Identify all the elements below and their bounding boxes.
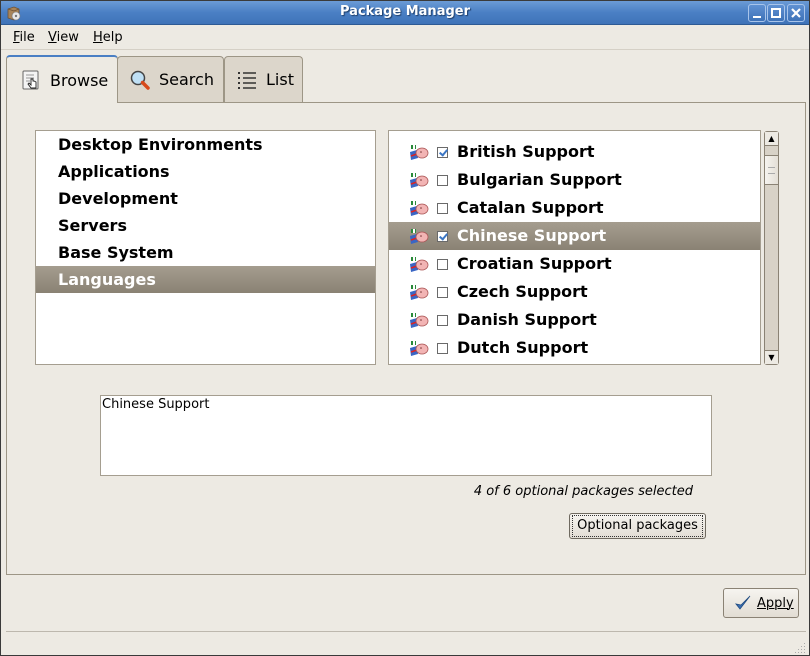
menu-file-rest: ile [19, 30, 35, 45]
scroll-thumb[interactable] [765, 155, 778, 185]
optional-packages-status: 4 of 6 optional packages selected [473, 484, 693, 499]
package-row[interactable]: Danish Support [389, 306, 760, 334]
language-package-icon [409, 227, 429, 245]
titlebar[interactable]: Package Manager [1, 1, 809, 25]
package-description: Chinese Support [100, 395, 712, 476]
tab-search[interactable]: Search [117, 56, 224, 102]
category-item[interactable]: Servers [36, 212, 375, 239]
category-item-selected[interactable]: Languages [36, 266, 375, 293]
package-manager-window: Package Manager File View Help Browse Se… [0, 0, 810, 656]
package-list[interactable]: British Support Bulgarian Support Catalan … [388, 130, 761, 365]
language-package-icon [409, 339, 429, 357]
list-icon [238, 71, 256, 89]
menu-help-rest: elp [102, 30, 123, 45]
language-package-icon [409, 199, 429, 217]
menu-view-mnemonic: V [48, 30, 57, 45]
package-checkbox[interactable] [437, 147, 448, 158]
menu-help-mnemonic: H [93, 30, 103, 45]
category-item[interactable]: Applications [36, 158, 375, 185]
package-row-partial[interactable] [389, 131, 760, 138]
menu-view[interactable]: View [48, 30, 79, 45]
category-item[interactable]: Development [36, 185, 375, 212]
close-button[interactable] [787, 4, 805, 22]
tab-browse[interactable]: Browse [6, 55, 118, 103]
language-package-icon [409, 311, 429, 329]
maximize-icon [771, 8, 781, 18]
menu-help[interactable]: Help [93, 30, 123, 45]
tab-search-label: Search [159, 70, 214, 89]
close-icon [791, 8, 801, 18]
package-label: British Support [457, 142, 595, 161]
optional-packages-label: Optional packages [572, 515, 703, 537]
language-package-icon [409, 283, 429, 301]
language-package-icon [409, 171, 429, 189]
package-label: Bulgarian Support [457, 170, 622, 189]
category-list[interactable]: Desktop Environments Applications Develo… [35, 130, 376, 365]
package-label: Danish Support [457, 310, 597, 329]
browse-hand-icon [22, 70, 39, 90]
apply-button[interactable]: Apply [723, 588, 799, 618]
optional-packages-button[interactable]: Optional packages [569, 513, 706, 539]
tab-browse-label: Browse [50, 70, 109, 90]
tab-list-label: List [266, 70, 294, 89]
window-title: Package Manager [340, 4, 470, 19]
scroll-up-button[interactable]: ▲ [765, 132, 778, 146]
browse-panel: Desktop Environments Applications Develo… [6, 102, 806, 575]
package-row[interactable]: Croatian Support [389, 250, 760, 278]
package-row[interactable]: Dutch Support [389, 334, 760, 362]
statusbar-separator [6, 631, 806, 632]
package-label: Catalan Support [457, 198, 604, 217]
package-row[interactable]: Bulgarian Support [389, 166, 760, 194]
package-label: Czech Support [457, 282, 588, 301]
tab-list[interactable]: List [224, 56, 303, 102]
package-checkbox[interactable] [437, 287, 448, 298]
minimize-icon [753, 16, 761, 18]
package-label: Dutch Support [457, 338, 589, 357]
language-package-icon [409, 143, 429, 161]
package-row[interactable]: British Support [389, 138, 760, 166]
package-row-selected[interactable]: Chinese Support [389, 222, 760, 250]
apply-label: Apply [757, 595, 794, 611]
package-checkbox[interactable] [437, 343, 448, 354]
menubar: File View Help [1, 26, 809, 50]
package-checkbox[interactable] [437, 315, 448, 326]
menu-view-rest: iew [56, 30, 79, 45]
menu-file[interactable]: File [13, 30, 35, 45]
category-item[interactable]: Desktop Environments [36, 131, 375, 158]
maximize-button[interactable] [767, 4, 785, 22]
package-list-scrollbar[interactable]: ▲ ▼ [764, 131, 779, 365]
package-row[interactable]: Czech Support [389, 278, 760, 306]
language-package-icon [409, 255, 429, 273]
package-checkbox[interactable] [437, 259, 448, 270]
magnifier-icon [130, 70, 150, 90]
package-row[interactable]: Catalan Support [389, 194, 760, 222]
package-label: Croatian Support [457, 254, 612, 273]
package-checkbox[interactable] [437, 203, 448, 214]
package-label: Chinese Support [457, 226, 607, 245]
minimize-button[interactable] [748, 4, 766, 22]
scroll-down-button[interactable]: ▼ [765, 350, 778, 364]
resize-grip-icon[interactable] [795, 642, 807, 654]
checkmark-icon [735, 595, 751, 610]
package-checkbox[interactable] [437, 175, 448, 186]
package-checkbox[interactable] [437, 231, 448, 242]
category-item[interactable]: Base System [36, 239, 375, 266]
